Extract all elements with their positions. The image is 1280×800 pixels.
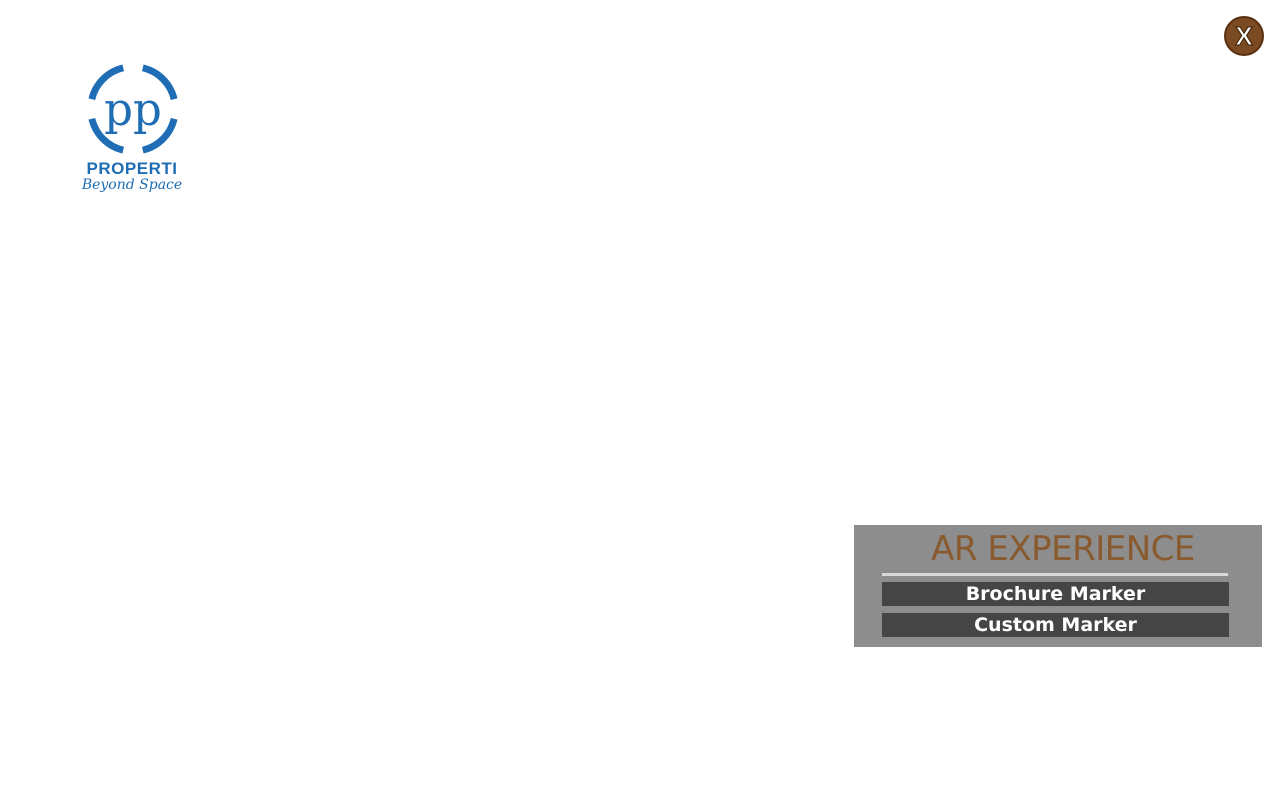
brochure-marker-button[interactable]: Brochure Marker <box>882 582 1229 606</box>
app-screen: pp PROPERTI Beyond Space X AR EXPERIENCE… <box>0 0 1280 800</box>
ar-panel-divider <box>882 573 1228 576</box>
pp-properti-logo: pp PROPERTI Beyond Space <box>72 60 192 206</box>
custom-marker-button[interactable]: Custom Marker <box>882 613 1229 637</box>
logo-monogram: pp <box>104 83 162 136</box>
close-icon: X <box>1235 21 1253 51</box>
close-button[interactable]: X <box>1224 16 1264 56</box>
logo-tagline: Beyond Space <box>81 177 183 193</box>
logo-wordmark: PROPERTI <box>86 159 178 178</box>
ar-experience-title: AR EXPERIENCE <box>931 529 1195 569</box>
pp-emblem-icon: pp <box>88 64 178 154</box>
ar-experience-panel: AR EXPERIENCE Brochure Marker Custom Mar… <box>854 525 1262 647</box>
